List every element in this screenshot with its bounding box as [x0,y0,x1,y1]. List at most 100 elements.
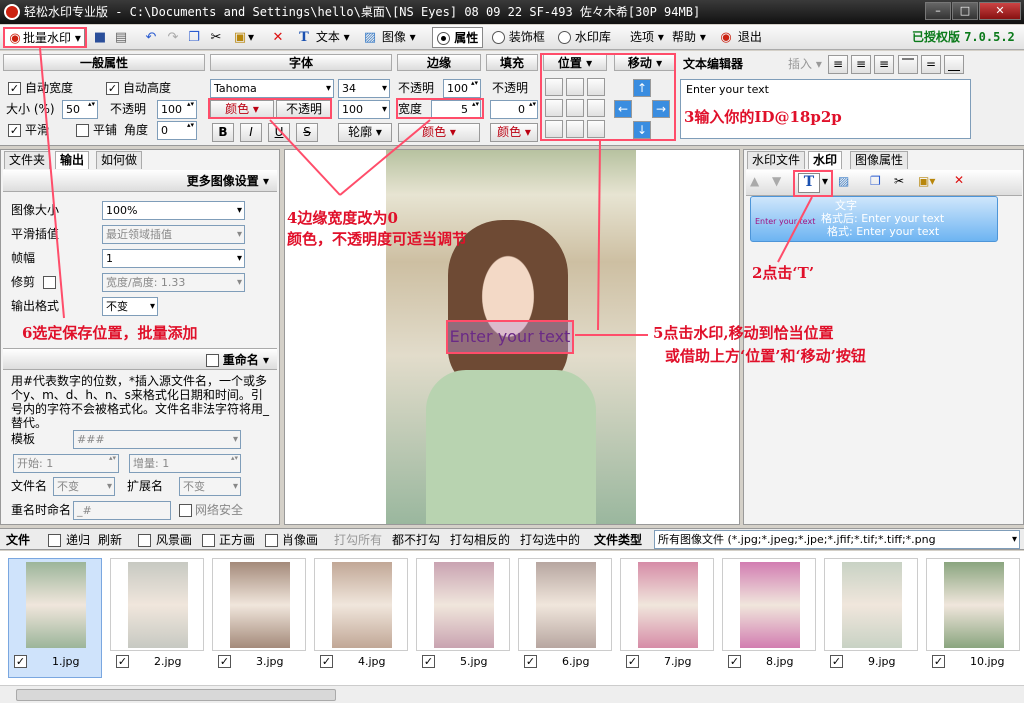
delete-icon[interactable]: ✕ [954,173,964,187]
check-selected-button[interactable]: 打勾选中的 [520,531,580,549]
close-button[interactable]: ✕ [979,2,1021,20]
print-button[interactable]: ▤ [113,27,129,48]
tab-output[interactable]: 输出 [55,151,90,169]
font-size-select[interactable]: 34 [338,79,390,98]
refresh-button[interactable]: 刷新 [98,531,122,549]
valign-middle-button[interactable]: = [921,55,941,74]
thumbnail-item[interactable] [620,558,714,651]
image-size-select[interactable]: 100% [102,201,245,220]
auto-height-checkbox[interactable]: ✓ [106,82,119,95]
scroll-thumb[interactable] [16,689,336,701]
tab-watermark[interactable]: 水印 [808,151,843,169]
tab-watermark-file[interactable]: 水印文件 [747,151,806,169]
align-right-button[interactable]: ≡ [874,55,894,74]
maximize-button[interactable]: □ [952,2,978,20]
thumbnail-item[interactable] [110,558,204,651]
border-color-button[interactable]: 颜色 ▾ [398,123,480,142]
more-settings-header[interactable]: 更多图像设置 ▾ [3,170,277,192]
check-none-button[interactable]: 都不打勾 [392,531,440,549]
delete-button[interactable]: ✕ [270,27,286,48]
valign-bottom-button[interactable]: ⎽ [944,55,964,74]
portrait-checkbox[interactable] [265,534,278,547]
rename-on-input[interactable]: _# [73,501,171,520]
filename-select[interactable]: 不变 [53,477,115,496]
move-down-icon[interactable]: ▼ [772,174,781,188]
add-image-button[interactable]: ▨ 图像 ▾ [362,27,416,48]
format-select[interactable]: 不变 [102,297,158,316]
thumbnail-item[interactable] [416,558,510,651]
font-name-select[interactable]: Tahoma [210,79,334,98]
thumbnail-checkbox[interactable]: ✓ [116,655,129,668]
step-input[interactable]: 增量: 1 [129,454,241,473]
smooth-checkbox[interactable]: ✓ [8,124,21,137]
thumbnail-item[interactable] [926,558,1020,651]
angle-input[interactable]: 0 [157,121,197,140]
watermark-list-item[interactable]: Enter your text 文字 格式后: Enter your text … [750,196,998,242]
options-menu[interactable]: 选项 ▾ [630,27,664,48]
thumbnail-checkbox[interactable]: ✓ [14,655,27,668]
strike-button[interactable]: S [296,123,318,142]
fill-opacity-input[interactable]: 0 [490,100,538,119]
thumbnail-checkbox[interactable]: ✓ [728,655,741,668]
scissors-icon[interactable]: ✂ [894,174,904,188]
thumbnail-checkbox[interactable]: ✓ [422,655,435,668]
template-select[interactable]: ### [73,430,241,449]
paste-button[interactable]: ▣ ▾ [232,27,254,48]
cut-button[interactable]: ✂ [208,27,224,48]
recursive-checkbox[interactable] [48,534,61,547]
tab-howto[interactable]: 如何做 [96,151,143,169]
thumbnail-checkbox[interactable]: ✓ [218,655,231,668]
tab-folder[interactable]: 文件夹 [4,151,51,169]
thumbnail-item[interactable] [518,558,612,651]
tab-library[interactable]: 水印库 [558,27,611,48]
thumbnail-checkbox[interactable]: ✓ [626,655,639,668]
tab-image-props[interactable]: 图像属性 [850,151,909,169]
thumbnail-checkbox[interactable]: ✓ [932,655,945,668]
italic-button[interactable]: I [240,123,262,142]
exit-button[interactable]: ◉ 退出 [718,27,762,48]
crop-select[interactable]: 宽度/高度: 1.33 [102,273,245,292]
thumbnail-checkbox[interactable]: ✓ [320,655,333,668]
thumbnail-item[interactable] [314,558,408,651]
minimize-button[interactable]: – [925,2,951,20]
bold-button[interactable]: B [212,123,234,142]
ext-select[interactable]: 不变 [179,477,241,496]
auto-width-checkbox[interactable]: ✓ [8,82,21,95]
insert-menu[interactable]: 插入 ▾ [788,55,822,73]
align-left-button[interactable]: ≡ [828,55,848,74]
rename-checkbox[interactable] [205,354,219,367]
check-all-button[interactable]: 打勾所有 [334,531,382,549]
crop-checkbox[interactable] [43,276,56,289]
opacity-input[interactable]: 100 [157,100,197,119]
paste-icon[interactable]: ▣▾ [918,174,935,188]
watermark-overlay[interactable]: Enter your text [446,320,574,354]
undo-button[interactable]: ↶ [143,27,159,48]
font-opacity-select[interactable]: 100 [338,100,390,119]
valign-top-button[interactable]: ⎺ [898,55,918,74]
move-up-icon[interactable]: ▲ [750,174,759,188]
underline-button[interactable]: U [268,123,290,142]
landscape-checkbox[interactable] [138,534,151,547]
image-icon[interactable]: ▨ [838,174,849,188]
rename-header[interactable]: 重命名 ▾ [3,348,277,370]
net-safe-checkbox[interactable] [179,504,192,517]
file-type-select[interactable]: 所有图像文件 (*.jpg;*.jpeg;*.jpe;*.jfif;*.tif;… [654,530,1020,549]
start-input[interactable]: 开始: 1 [13,454,119,473]
tile-checkbox[interactable] [76,124,89,137]
thumbnail-checkbox[interactable]: ✓ [524,655,537,668]
fill-color-button[interactable]: 颜色 ▾ [490,123,538,142]
thumbnail-item[interactable] [824,558,918,651]
tab-properties[interactable]: 属性 [432,27,484,48]
square-checkbox[interactable] [202,534,215,547]
thumbnail-checkbox[interactable]: ✓ [830,655,843,668]
align-center-button[interactable]: ≡ [851,55,871,74]
copy-button[interactable]: ❐ [186,27,202,48]
thumbnail-item[interactable] [212,558,306,651]
thumbnail-item[interactable] [722,558,816,651]
check-invert-button[interactable]: 打勾相反的 [450,531,510,549]
frames-select[interactable]: 1 [102,249,245,268]
border-opacity-input[interactable]: 100 [443,79,481,98]
help-menu[interactable]: 帮助 ▾ [672,27,706,48]
smooth-interp-select[interactable]: 最近领域插值 [102,225,245,244]
horizontal-scrollbar[interactable] [0,685,1024,703]
